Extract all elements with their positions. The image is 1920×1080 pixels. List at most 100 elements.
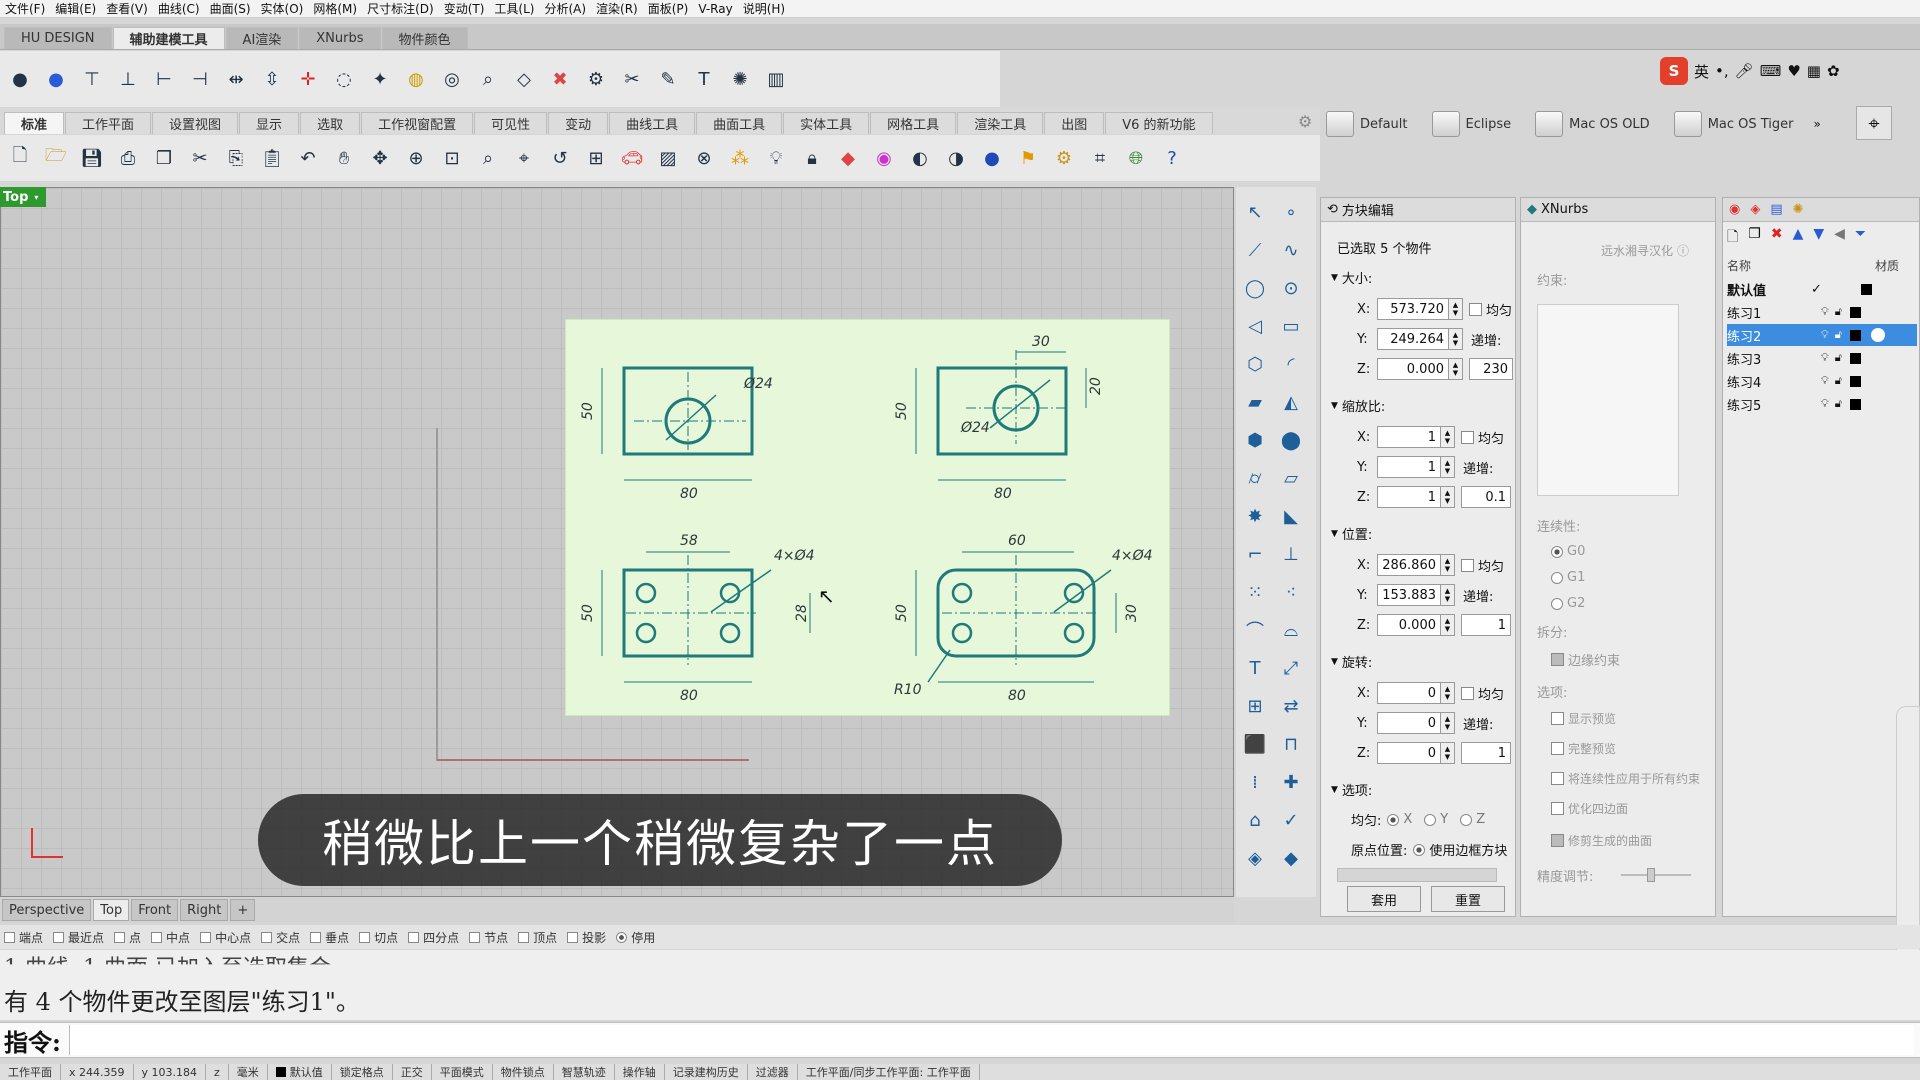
- uniform-x-radio[interactable]: [1387, 813, 1400, 826]
- trim-surface-checkbox[interactable]: [1551, 834, 1564, 847]
- move-up-icon[interactable]: ▲: [1793, 226, 1804, 250]
- theme-option[interactable]: Mac OS OLD: [1531, 107, 1664, 141]
- viewport-tab[interactable]: Perspective: [2, 899, 92, 921]
- layer-color-swatch[interactable]: [1849, 398, 1861, 410]
- menu-item[interactable]: 尺寸标注(D): [364, 0, 441, 17]
- status-item[interactable]: 默认值: [268, 1064, 332, 1080]
- render-icon[interactable]: ◆: [1276, 843, 1306, 873]
- menu-item[interactable]: 工具(L): [491, 0, 541, 17]
- osnap-option[interactable]: 停用: [616, 929, 655, 946]
- precision-slider-track[interactable]: [1621, 874, 1691, 876]
- viewport-tab[interactable]: Top: [93, 899, 130, 921]
- scale-z-spinner[interactable]: ▲ ▼: [1441, 486, 1455, 508]
- size-x-spinner[interactable]: ▲ ▼: [1449, 298, 1463, 320]
- circle-center-icon[interactable]: ⊙: [1276, 273, 1306, 303]
- open-folder-icon[interactable]: 🗁: [42, 144, 70, 172]
- select-arrow-icon[interactable]: ↖: [1240, 197, 1270, 227]
- scale-z-input[interactable]: 1: [1377, 486, 1441, 508]
- theme-option[interactable]: Default: [1322, 107, 1422, 141]
- osnap-option[interactable]: 最近点: [53, 929, 104, 946]
- zoom-icon[interactable]: ⌕: [474, 65, 502, 93]
- command-input[interactable]: [68, 1025, 1914, 1055]
- layer-lock-icon[interactable]: 🔓︎: [1835, 397, 1842, 411]
- scale-y-input[interactable]: 1: [1377, 456, 1441, 478]
- globe-icon[interactable]: 🌐︎: [1122, 144, 1150, 172]
- menu-item[interactable]: 分析(A): [541, 0, 593, 17]
- command-tab[interactable]: 曲面工具: [696, 112, 783, 134]
- rot-uniform-checkbox[interactable]: [1461, 686, 1474, 700]
- boolean-icon[interactable]: ⬤: [1276, 425, 1306, 455]
- cut-icon[interactable]: ✂: [186, 144, 214, 172]
- bulb-icon[interactable]: ◌: [330, 65, 358, 93]
- dimension-icon[interactable]: ⌗: [1086, 144, 1114, 172]
- plugin-tab[interactable]: XNurbs: [299, 27, 381, 49]
- align-bottom-icon[interactable]: ⊥: [114, 65, 142, 93]
- menu-item[interactable]: 网格(M): [310, 0, 364, 17]
- command-tab[interactable]: 曲线工具: [609, 112, 696, 134]
- array-icon[interactable]: ⊞: [1240, 691, 1270, 721]
- status-item[interactable]: 平面模式: [432, 1064, 493, 1080]
- status-item[interactable]: 工作平面/同步工作平面: 工作平面: [798, 1064, 980, 1080]
- layer-visible-icon[interactable]: 💡︎: [1821, 397, 1829, 411]
- new-file-icon[interactable]: 🗋: [6, 144, 34, 172]
- layer-row[interactable]: 练习5 💡︎ 🔓︎: [1727, 393, 1917, 415]
- status-item[interactable]: 锁定格点: [332, 1064, 393, 1080]
- status-item[interactable]: 记录建构历史: [665, 1064, 748, 1080]
- osnap-checkbox[interactable]: [469, 931, 481, 943]
- osnap-checkbox[interactable]: [200, 931, 212, 943]
- plugin-tab[interactable]: 辅助建模工具: [112, 27, 225, 49]
- command-tab[interactable]: 变动: [548, 112, 609, 134]
- rotate-view-icon[interactable]: ✥: [366, 144, 394, 172]
- viewport-tab[interactable]: Right: [180, 899, 229, 921]
- options-gear-icon[interactable]: ⚙: [1050, 144, 1078, 172]
- punct-icon[interactable]: •,: [1715, 62, 1729, 80]
- status-item[interactable]: 过滤器: [748, 1064, 798, 1080]
- block-icon[interactable]: ⬛: [1240, 729, 1270, 759]
- layer-lock-icon[interactable]: 🔓︎: [1835, 328, 1842, 342]
- analyze-icon[interactable]: ⌂: [1240, 805, 1270, 835]
- viewport-title[interactable]: Top ▾: [0, 187, 46, 207]
- status-item[interactable]: 智慧轨迹: [554, 1064, 615, 1080]
- blue-sphere-icon[interactable]: ●: [42, 65, 70, 93]
- four-views-icon[interactable]: ⊞: [582, 144, 610, 172]
- menu-item[interactable]: 曲面(S): [207, 0, 258, 17]
- size-uniform-checkbox[interactable]: [1469, 302, 1482, 316]
- mesh-icon[interactable]: ◈: [1240, 843, 1270, 873]
- grid-array-icon[interactable]: ⁞: [1240, 767, 1270, 797]
- osnap-option[interactable]: 切点: [359, 929, 398, 946]
- themes-more-icon[interactable]: »: [1814, 117, 1821, 131]
- osnap-checkbox[interactable]: [518, 931, 530, 943]
- fillet-icon[interactable]: ⌐: [1240, 539, 1270, 569]
- apply-button[interactable]: 套用: [1347, 886, 1421, 912]
- circle-icon[interactable]: ◯: [1240, 273, 1270, 303]
- curve-icon[interactable]: ∿: [1276, 235, 1306, 265]
- box-icon[interactable]: ◇: [510, 65, 538, 93]
- gumball-icon[interactable]: ✚: [1276, 767, 1306, 797]
- scale-uniform-checkbox[interactable]: [1461, 430, 1474, 444]
- distribute-v-icon[interactable]: ⇳: [258, 65, 286, 93]
- color-wheel-icon[interactable]: ◉: [870, 144, 898, 172]
- command-tab[interactable]: 渲染工具: [957, 112, 1044, 134]
- scale-collapse-icon[interactable]: ▼: [1331, 401, 1338, 411]
- text-tool-icon[interactable]: T: [1240, 653, 1270, 683]
- blend-icon[interactable]: ⌓: [1276, 615, 1306, 645]
- layer-visible-icon[interactable]: 💡︎: [1821, 305, 1829, 319]
- status-item[interactable]: 操作轴: [615, 1064, 665, 1080]
- print-icon[interactable]: ⎙: [114, 144, 142, 172]
- status-item[interactable]: x 244.359: [61, 1064, 134, 1080]
- sphere-icon[interactable]: ●: [6, 65, 34, 93]
- star-icon[interactable]: ✸: [1240, 501, 1270, 531]
- filter-icon[interactable]: ⏷: [1855, 226, 1866, 250]
- osnap-checkbox[interactable]: [261, 931, 273, 943]
- layer-row[interactable]: 练习3 💡︎ 🔓︎: [1727, 347, 1917, 369]
- osnap-checkbox[interactable]: [359, 931, 371, 943]
- size-collapse-icon[interactable]: ▼: [1331, 273, 1338, 283]
- material-tab-icon[interactable]: ◈: [1750, 202, 1760, 217]
- command-tab[interactable]: 设置视图: [152, 112, 239, 134]
- osnap-option[interactable]: 中心点: [200, 929, 251, 946]
- status-item[interactable]: y 103.184: [134, 1064, 206, 1080]
- osnap-option[interactable]: 点: [114, 929, 141, 946]
- add-viewport-tab-icon[interactable]: +: [230, 899, 256, 921]
- pos-x-input[interactable]: 286.860: [1377, 554, 1441, 576]
- pos-step-input[interactable]: 1: [1461, 614, 1511, 636]
